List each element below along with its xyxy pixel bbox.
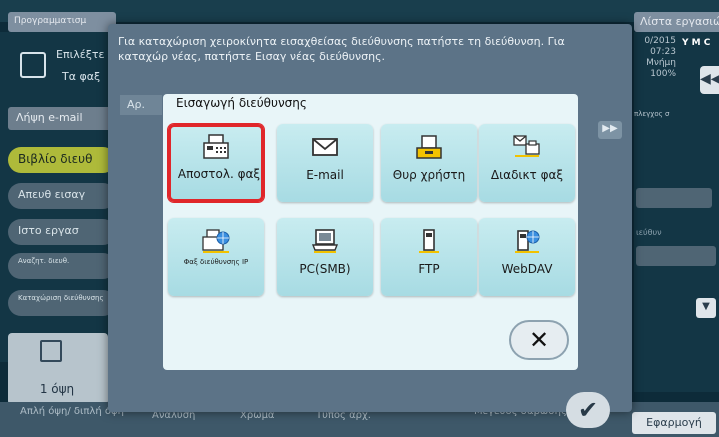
user-box-button[interactable]: Θυρ χρήστη: [381, 124, 477, 202]
page-view-icon: [40, 340, 62, 362]
internet-fax-button[interactable]: Διαδικτ φαξ: [479, 124, 575, 202]
ftp-server-icon: [419, 229, 439, 253]
info-message: Για καταχώριση χειροκίνητα εισαχθείσας δ…: [118, 35, 565, 63]
tile-label: E-mail: [306, 168, 344, 182]
fax-label: Τα φαξ: [62, 70, 101, 83]
tab-simplex-duplex[interactable]: Απλή όψη/ διπλή όψη: [20, 406, 124, 418]
ip-fax-icon: [202, 229, 230, 253]
tile-label: FTP: [418, 262, 440, 276]
fax-send-button[interactable]: Αποστολ. φαξ: [168, 124, 264, 202]
sidebar-item-register-address[interactable]: Καταχώριση διεύθυνσης: [8, 290, 116, 316]
toner-status: Y M C: [682, 38, 711, 48]
scan-fax-icon: [20, 52, 46, 78]
sidebar-item-address-search[interactable]: Αναζητ. διευθ.: [8, 253, 116, 279]
view-toggle[interactable]: [636, 188, 712, 208]
fax-icon: [203, 134, 229, 159]
sidebar-item-address-book[interactable]: Βιβλίο διευθ: [8, 147, 116, 173]
panel-collapse-button[interactable]: ◀◀: [700, 66, 719, 94]
dialog-title: Εισαγωγή διεύθυνσης: [176, 96, 307, 110]
sidebar-item-job-history[interactable]: Ιστο εργασ: [8, 219, 116, 245]
ip-address-fax-button[interactable]: Φαξ διεύθυνσης IP: [168, 218, 264, 296]
tile-label: WebDAV: [501, 262, 553, 276]
ftp-button[interactable]: FTP: [381, 218, 477, 296]
tile-label: PC(SMB): [299, 262, 351, 276]
pc-icon: [311, 229, 339, 253]
ok-button[interactable]: ✔: [566, 392, 610, 428]
datetime-memory-status: 0/2015 07:23 Μνήμη 100%: [644, 36, 676, 79]
close-button[interactable]: ✕: [509, 320, 569, 360]
user-box-icon: [416, 135, 442, 159]
tile-label: Φαξ διεύθυνσης IP: [183, 258, 249, 266]
address-label: ιεύθυν: [636, 228, 662, 237]
apply-button[interactable]: Εφαρμογή: [632, 412, 716, 434]
next-page-button[interactable]: ▶▶: [598, 121, 622, 139]
tab-program[interactable]: Προγραμματισμ: [8, 12, 116, 32]
number-column-label: Αρ.: [120, 95, 162, 115]
email-receive-button[interactable]: Λήψη e-mail: [8, 107, 116, 130]
scroll-down-button[interactable]: ▼: [696, 298, 716, 318]
internet-fax-icon: [513, 135, 540, 157]
webdav-button[interactable]: WebDAV: [479, 218, 575, 296]
tile-label: Διαδικτ φαξ: [490, 168, 564, 182]
tile-label: Θυρ χρήστη: [392, 168, 466, 182]
control-label: πλεγχος σ: [634, 110, 670, 118]
view-mode-label: 1 όψη: [39, 382, 75, 396]
address-select[interactable]: [636, 246, 716, 266]
email-button[interactable]: E-mail: [277, 124, 373, 202]
tab-job-list[interactable]: Λίστα εργασιών: [634, 12, 719, 32]
pc-smb-button[interactable]: PC(SMB): [277, 218, 373, 296]
select-label: Επιλέξτε: [56, 48, 105, 61]
envelope-icon: [312, 138, 338, 156]
webdav-server-icon: [515, 230, 540, 253]
tile-label: Αποστολ. φαξ: [177, 167, 261, 181]
sidebar-item-direct-input[interactable]: Απευθ εισαγ: [8, 183, 116, 209]
